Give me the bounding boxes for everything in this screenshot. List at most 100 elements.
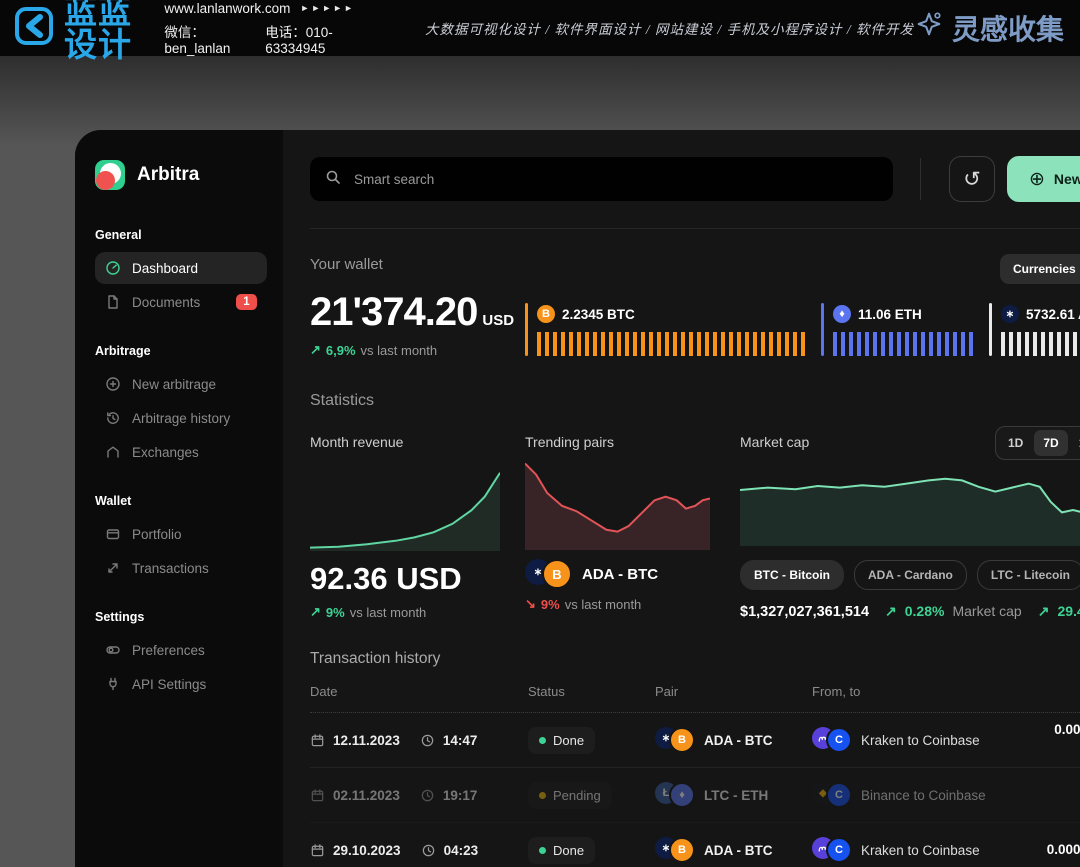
- dashboard-icon: [105, 260, 121, 276]
- time-range-toggle: 1D 7D 1M: [995, 426, 1080, 460]
- calendar-icon: [310, 733, 325, 748]
- history-arrow-icon: ↺: [963, 167, 981, 192]
- phone-label: 电话：010-63334945: [265, 21, 355, 56]
- col-status: Status: [528, 684, 655, 699]
- btc-icon: B: [542, 559, 572, 589]
- exchange-icons: ◆ C: [812, 782, 852, 808]
- trend-down-icon: ↘: [525, 596, 536, 612]
- btc-icon: B: [669, 837, 695, 863]
- new-arbitrage-button[interactable]: ⊕ New arbitrage: [1007, 156, 1080, 202]
- section-title-arbitrage: Arbitrage: [95, 344, 267, 358]
- website-link[interactable]: www.lanlanwork.com: [164, 1, 290, 16]
- sidebar-item-api-settings[interactable]: API Settings: [95, 668, 267, 700]
- sidebar-item-transactions[interactable]: Transactions: [95, 552, 267, 584]
- sidebar-item-dashboard[interactable]: Dashboard: [95, 252, 267, 284]
- transaction-amount: 0.0000: [1010, 841, 1080, 860]
- sparkle-star-icon: [914, 9, 944, 47]
- pill-btc-bitcoin[interactable]: BTC - Bitcoin: [740, 560, 844, 590]
- history-button[interactable]: ↺: [949, 156, 995, 202]
- sidebar-item-new-arbitrage[interactable]: New arbitrage: [95, 368, 267, 400]
- trending-pairs-block: Trending pairs ∗ B ADA - BTC ↘: [525, 434, 710, 620]
- pair-icons: Ł ♦: [655, 782, 695, 808]
- top-bar: ↺ ⊕ New arbitrage: [310, 156, 1080, 229]
- trend-up-icon: ↗: [1038, 603, 1050, 620]
- sidebar-item-preferences[interactable]: Preferences: [95, 634, 267, 666]
- eth-segment: ♦ 11.06 ETH: [821, 305, 989, 356]
- banner-contact-info: www.lanlanwork.com ►►►►► 微信：ben_lanlan 电…: [164, 1, 355, 56]
- exchange-icons: C: [812, 837, 852, 863]
- status-badge: Done: [528, 837, 595, 864]
- exchange-icons: C: [812, 727, 852, 753]
- app-logo[interactable]: Arbitra: [95, 160, 267, 190]
- clock-icon: [420, 733, 435, 748]
- market-cap-stats: $1,327,027,361,514 ↗ 0.28% Market cap ↗ …: [740, 603, 1080, 620]
- transaction-row[interactable]: 02.11.2023 19:17 Pending Ł ♦ LTC - ETH: [310, 768, 1080, 823]
- exchange-building-icon: [105, 444, 121, 460]
- transaction-row[interactable]: 29.10.2023 04:23 Done ∗ B ADA - BTC: [310, 823, 1080, 867]
- trending-pairs-label: Trending pairs: [525, 434, 710, 450]
- plus-circle-icon: ⊕: [1029, 168, 1045, 191]
- trend-up-icon: ↗: [310, 342, 321, 358]
- transaction-table-header: Date Status Pair From, to: [310, 684, 1080, 713]
- wallet-total: 21'374.20USD ↗ 6,9% vs last month: [310, 290, 525, 358]
- transaction-row[interactable]: 12.11.2023 14:47 Done ∗ B ADA - BTC: [310, 713, 1080, 768]
- coinbase-icon: C: [826, 782, 852, 808]
- pair-icons: ∗ B: [655, 727, 695, 753]
- search-icon: [325, 169, 341, 190]
- status-dot: [539, 737, 546, 744]
- wallet-allocation-bar: B 2.2345 BTC ♦ 11.06 ETH: [525, 290, 1080, 356]
- range-7d-button[interactable]: 7D: [1034, 430, 1067, 456]
- wallet-section-title: Your wallet: [310, 256, 1080, 273]
- calendar-icon: [310, 788, 325, 803]
- currencies-toggle-button[interactable]: Currencies: [1000, 254, 1080, 284]
- history-icon: [105, 410, 121, 426]
- btc-icon: B: [669, 727, 695, 753]
- search-box[interactable]: [310, 157, 893, 201]
- coinbase-icon: C: [826, 727, 852, 753]
- range-1d-button[interactable]: 1D: [999, 430, 1032, 456]
- sidebar-item-arbitrage-history[interactable]: Arbitrage history: [95, 402, 267, 434]
- sidebar-item-documents[interactable]: Documents 1: [95, 286, 267, 318]
- sidebar-item-exchanges[interactable]: Exchanges: [95, 436, 267, 468]
- documents-badge: 1: [236, 294, 257, 310]
- inspiration-collect-link[interactable]: 灵感收集: [914, 8, 1064, 48]
- screen: 蓝蓝设计 www.lanlanwork.com ►►►►► 微信：ben_lan…: [0, 0, 1080, 867]
- range-1m-button[interactable]: 1M: [1070, 430, 1080, 456]
- dashboard-card: Arbitra General Dashboard Documents 1 Ar…: [75, 130, 1080, 867]
- statistics-section-title: Statistics: [310, 392, 1080, 410]
- market-cap-value: $1,327,027,361,514: [740, 604, 869, 620]
- pill-ltc-litecoin[interactable]: LTC - Litecoin: [977, 560, 1080, 590]
- toggle-icon: [105, 642, 121, 658]
- status-dot: [539, 792, 546, 799]
- transactions-arrows-icon: [105, 560, 121, 576]
- month-revenue-block: Month revenue 92.36 USD ↗ 9% vs last mon…: [310, 434, 500, 620]
- calendar-icon: [310, 843, 325, 858]
- market-cap-chart: [740, 466, 1080, 546]
- lanlan-logo[interactable]: 蓝蓝设计: [14, 0, 140, 61]
- section-title-wallet: Wallet: [95, 494, 267, 508]
- transaction-amount: 0.002 1: [1010, 721, 1080, 759]
- sidebar-item-portfolio[interactable]: Portfolio: [95, 518, 267, 550]
- trend-up-icon: ↗: [310, 604, 321, 620]
- pill-ada-cardano[interactable]: ADA - Cardano: [854, 560, 967, 590]
- trending-change: 9%: [541, 597, 560, 612]
- search-input[interactable]: [352, 171, 878, 188]
- app-name: Arbitra: [137, 164, 199, 186]
- btc-segment: B 2.2345 BTC: [525, 305, 821, 356]
- month-revenue-change: 9%: [326, 605, 345, 620]
- pair-icons: ∗ B: [525, 559, 572, 589]
- wallet-change-suffix: vs last month: [361, 343, 438, 358]
- trending-change-suffix: vs last month: [565, 597, 642, 612]
- clock-icon: [421, 843, 436, 858]
- wallet-currency-label: USD: [482, 312, 514, 329]
- month-revenue-chart: [310, 466, 500, 551]
- brand-name: 蓝蓝设计: [64, 0, 140, 61]
- transaction-history-title: Transaction history: [310, 650, 1080, 668]
- ada-bar: [1001, 332, 1080, 356]
- col-pair: Pair: [655, 684, 812, 699]
- month-revenue-label: Month revenue: [310, 434, 500, 450]
- eth-icon: ♦: [833, 305, 851, 323]
- section-title-general: General: [95, 228, 267, 242]
- market-cap-change: 0.28%: [905, 603, 945, 619]
- ada-amount: 5732.61 ADA: [1026, 307, 1080, 322]
